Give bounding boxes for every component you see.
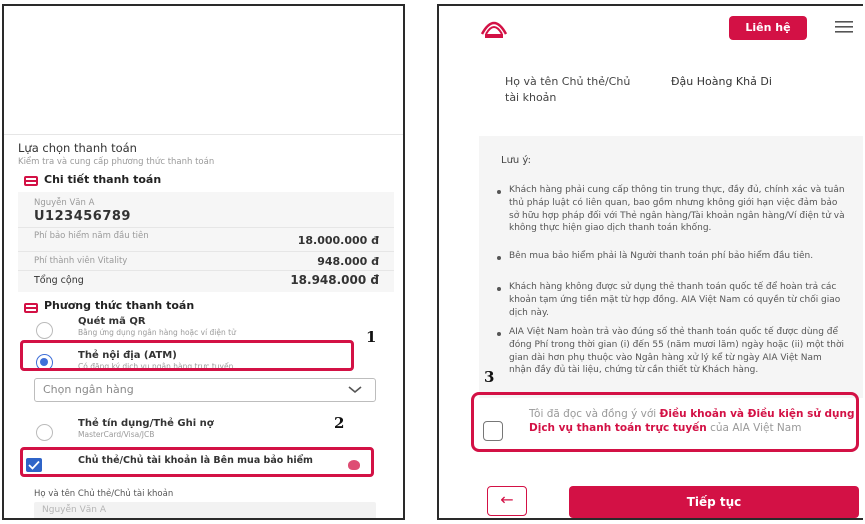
- annotation-2: 2: [334, 414, 345, 432]
- section-title: Lựa chọn thanh toán: [18, 141, 137, 155]
- total-label: Tổng cộng: [34, 275, 84, 286]
- highlight-owner-checkbox: [20, 447, 374, 477]
- customer-name: Nguyễn Văn A: [34, 198, 95, 208]
- section-subtitle: Kiểm tra và cung cấp phương thức thanh t…: [18, 157, 215, 167]
- highlight-agree: [471, 392, 859, 452]
- chevron-down-icon: [348, 386, 362, 394]
- total-value: 18.948.000 đ: [290, 273, 379, 287]
- top-divider: [4, 134, 403, 135]
- bank-select[interactable]: Chọn ngân hàng: [34, 378, 376, 402]
- back-button[interactable]: ←: [487, 486, 527, 516]
- option-title: Thẻ tín dụng/Thẻ Ghi nợ: [78, 418, 214, 429]
- aia-logo-icon: [480, 21, 508, 38]
- fee-row-label: Phí thành viên Vitality: [34, 256, 128, 266]
- menu-icon[interactable]: [835, 20, 853, 34]
- holder-label: Họ và tên Chủ thẻ/Chủ tài khoản: [505, 75, 631, 104]
- option-desc: MasterCard/Visa/JCB: [78, 430, 155, 439]
- annotation-3: 3: [484, 368, 495, 386]
- option-title: Quét mã QR: [78, 316, 146, 327]
- note-item: Bên mua bảo hiểm phải là Người thanh toá…: [509, 251, 814, 261]
- customer-id: U123456789: [34, 209, 131, 224]
- left-phone-screen: Lựa chọn thanh toán Kiểm tra và cung cấp…: [2, 4, 405, 520]
- note-item: AIA Việt Nam hoàn trả vào đúng số thẻ th…: [509, 327, 845, 376]
- annotation-1: 1: [366, 328, 377, 346]
- method-title: Phương thức thanh toán: [44, 299, 195, 312]
- card-icon: [24, 176, 38, 186]
- arrow-left-icon: ←: [500, 490, 514, 509]
- fee-row-value: 18.000.000 đ: [297, 234, 379, 247]
- fee-row-label: Phí bảo hiểm năm đầu tiên: [34, 231, 149, 241]
- holder-value: Đậu Hoàng Khả Di: [671, 75, 772, 88]
- card-icon: [24, 303, 38, 313]
- fee-row-value: 948.000 đ: [317, 255, 379, 268]
- holder-field-label: Họ và tên Chủ thẻ/Chủ tài khoản: [34, 489, 174, 499]
- details-title: Chi tiết thanh toán: [44, 173, 162, 186]
- holder-field-value: Nguyễn Văn A: [42, 505, 106, 515]
- bank-select-placeholder: Chọn ngân hàng: [43, 383, 134, 396]
- continue-button[interactable]: Tiếp tục: [569, 486, 859, 518]
- radio-credit-card[interactable]: [36, 424, 53, 441]
- note-item: Khách hàng phải cung cấp thông tin trung…: [509, 185, 845, 234]
- holder-field[interactable]: Nguyễn Văn A: [34, 502, 376, 518]
- contact-button[interactable]: Liên hệ: [729, 16, 807, 40]
- note-item: Khách hàng không được sử dụng thẻ thanh …: [509, 282, 841, 318]
- radio-qr[interactable]: [36, 322, 53, 339]
- option-desc: Bằng ứng dụng ngân hàng hoặc ví điện tử: [78, 328, 236, 337]
- note-title: Lưu ý:: [501, 155, 531, 166]
- highlight-atm: [20, 340, 354, 371]
